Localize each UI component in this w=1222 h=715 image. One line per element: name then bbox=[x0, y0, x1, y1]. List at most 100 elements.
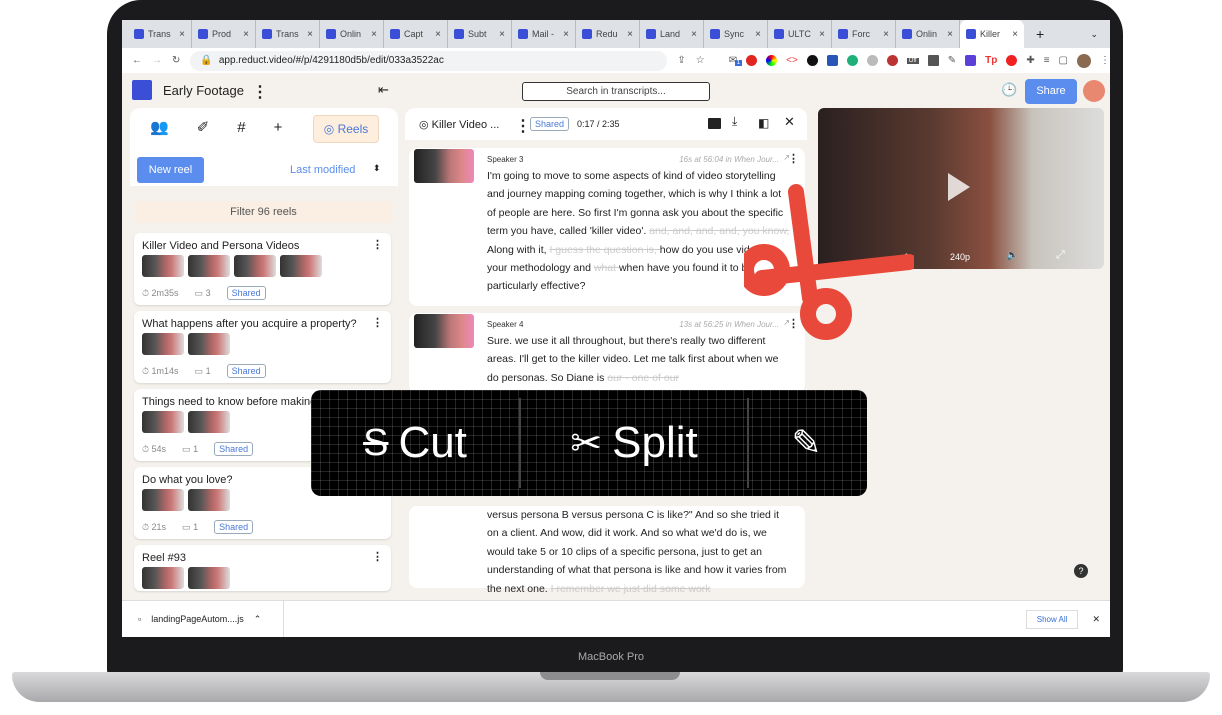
history-clock-icon[interactable]: 🕒 bbox=[1001, 82, 1017, 98]
block-menu-icon[interactable]: ⋮ bbox=[788, 152, 799, 165]
browser-tab[interactable]: Trans × bbox=[256, 20, 320, 48]
fullscreen-icon[interactable]: ⤢ bbox=[1056, 249, 1065, 262]
add-text-icon[interactable] bbox=[708, 118, 721, 129]
add-icon[interactable]: + bbox=[274, 119, 283, 136]
browser-tab[interactable]: Onlin × bbox=[896, 20, 960, 48]
volume-icon[interactable]: 🔈 bbox=[1006, 250, 1018, 261]
play-icon[interactable] bbox=[948, 173, 970, 201]
quality-control[interactable]: 240p bbox=[950, 252, 970, 262]
back-icon[interactable]: ← bbox=[132, 55, 142, 66]
reel-menu-icon[interactable]: ⋮ bbox=[372, 316, 383, 329]
close-tab-icon[interactable]: × bbox=[179, 29, 185, 40]
speakers-icon[interactable]: 👥 bbox=[150, 118, 169, 136]
browser-tab[interactable]: Redu × bbox=[576, 20, 640, 48]
browser-tab[interactable]: ULTC × bbox=[768, 20, 832, 48]
browser-tab[interactable]: Prod × bbox=[192, 20, 256, 48]
edit-pencil-button[interactable]: ✎ bbox=[749, 398, 864, 488]
close-tab-icon[interactable]: × bbox=[883, 29, 889, 40]
close-tab-icon[interactable]: × bbox=[563, 29, 569, 40]
edit-action-toolbar: S Cut ✂ Split ✎ bbox=[311, 390, 867, 496]
help-icon[interactable]: ? bbox=[1074, 564, 1088, 578]
new-reel-button[interactable]: New reel bbox=[137, 157, 204, 183]
reel-card[interactable]: Killer Video and Persona Videos ⋮ ⏱ 2m35s ▭… bbox=[134, 233, 391, 305]
forward-icon[interactable]: → bbox=[152, 55, 162, 66]
show-all-button[interactable]: Show All bbox=[1025, 609, 1079, 629]
tab-reels[interactable]: ◎ Reels bbox=[313, 115, 379, 143]
clip-thumbnail[interactable] bbox=[414, 314, 474, 348]
browser-tab[interactable]: Trans × bbox=[128, 20, 192, 48]
reel-menu-icon[interactable]: ⋮ bbox=[372, 238, 383, 251]
collapse-sidebar-icon[interactable]: ⇤ bbox=[378, 82, 389, 98]
cut-text[interactable]: what bbox=[594, 262, 619, 274]
download-icon[interactable]: ⤓ bbox=[732, 114, 737, 129]
split-button[interactable]: ✂ Split bbox=[521, 398, 749, 488]
close-tab-icon[interactable]: × bbox=[243, 29, 249, 40]
transcript-text[interactable]: Along with it, bbox=[487, 244, 549, 256]
reel-menu-icon[interactable]: ⋮ bbox=[515, 116, 531, 136]
clip-thumbnail bbox=[188, 411, 230, 433]
cut-text[interactable]: I guess the question is, bbox=[549, 244, 659, 256]
close-tab-icon[interactable]: × bbox=[1012, 29, 1018, 40]
reel-icon: ◎ bbox=[323, 122, 335, 136]
browser-tab[interactable]: Mail - × bbox=[512, 20, 576, 48]
reel-title: Reel #93 bbox=[142, 552, 187, 564]
favicon-icon bbox=[838, 29, 848, 39]
close-downloads-icon[interactable]: ✕ bbox=[1092, 614, 1100, 625]
user-avatar[interactable] bbox=[1083, 80, 1105, 102]
browser-tab[interactable]: Forc × bbox=[832, 20, 896, 48]
reel-card[interactable]: What happens after you acquire a propert… bbox=[134, 311, 391, 383]
layout-toggle-icon[interactable]: ◧ bbox=[758, 116, 769, 130]
close-tab-icon[interactable]: × bbox=[371, 29, 377, 40]
browser-tab[interactable]: Killer × bbox=[960, 20, 1024, 48]
transcript-text[interactable]: So Diane is bbox=[548, 372, 608, 384]
shared-badge: Shared bbox=[214, 442, 254, 456]
close-icon[interactable]: ✕ bbox=[784, 114, 795, 130]
favicon-icon bbox=[710, 29, 720, 39]
cut-button[interactable]: S Cut bbox=[311, 398, 521, 488]
share-page-icon[interactable]: ⇪ bbox=[677, 55, 685, 66]
reel-card[interactable]: Reel #93 ⋮ bbox=[134, 545, 391, 591]
close-tab-icon[interactable]: × bbox=[819, 29, 825, 40]
sort-arrows-icon[interactable]: ⬍ bbox=[373, 163, 381, 174]
clip-thumbnail bbox=[280, 255, 322, 277]
shared-badge: Shared bbox=[226, 286, 266, 300]
browser-tab[interactable]: Onlin × bbox=[320, 20, 384, 48]
search-transcripts-input[interactable]: Search in transcripts... bbox=[522, 82, 710, 101]
clip-thumbnail bbox=[142, 255, 184, 277]
reel-icon: ◎ bbox=[419, 119, 432, 131]
sort-dropdown[interactable]: Last modified bbox=[290, 164, 355, 176]
close-tab-icon[interactable]: × bbox=[691, 29, 697, 40]
close-tab-icon[interactable]: × bbox=[499, 29, 505, 40]
browser-tab-bar: Trans × Prod × Trans × Onlin × Capt × Subt × Mail - ×… bbox=[122, 20, 1110, 48]
clip-thumbnail bbox=[142, 489, 184, 511]
clip-thumbnail[interactable] bbox=[414, 149, 474, 183]
close-tab-icon[interactable]: × bbox=[627, 29, 633, 40]
close-tab-icon[interactable]: × bbox=[947, 29, 953, 40]
extension-icons[interactable]: ✉ 1 <> Off ✎ Tp ✚ ≡ ▢ ⋮ bbox=[729, 53, 1110, 68]
cut-text[interactable]: I remember we just did some work bbox=[551, 583, 711, 595]
browser-tab[interactable]: Sync × bbox=[704, 20, 768, 48]
tags-hash-icon[interactable]: # bbox=[237, 119, 245, 136]
close-tab-icon[interactable]: × bbox=[755, 29, 761, 40]
highlight-icon[interactable]: ✐ bbox=[197, 118, 210, 136]
download-item[interactable]: ▫ landingPageAutom....js ⌃ bbox=[122, 601, 284, 637]
share-button[interactable]: Share bbox=[1025, 79, 1077, 104]
favicon-icon bbox=[646, 29, 656, 39]
tab-search-chevron-icon[interactable]: ⌄ bbox=[1090, 29, 1098, 40]
cut-text[interactable]: our - one of our bbox=[607, 372, 679, 384]
close-tab-icon[interactable]: × bbox=[307, 29, 313, 40]
favicon-icon bbox=[390, 29, 400, 39]
browser-tab[interactable]: Capt × bbox=[384, 20, 448, 48]
url-field[interactable]: 🔒 app.reduct.video/#/p/4291180d5b/edit/03… bbox=[190, 50, 668, 71]
filter-reels-input[interactable]: Filter 96 reels bbox=[135, 201, 392, 223]
reel-menu-icon[interactable]: ⋮ bbox=[372, 550, 383, 563]
new-tab-icon[interactable]: + bbox=[1036, 26, 1044, 42]
clip-source[interactable]: 16s at 56:04 in When Jour... bbox=[679, 155, 779, 164]
reload-icon[interactable]: ↻ bbox=[172, 55, 180, 66]
bookmark-star-icon[interactable]: ☆ bbox=[696, 55, 705, 66]
clip-count: ▭ 3 bbox=[194, 287, 211, 298]
browser-tab[interactable]: Subt × bbox=[448, 20, 512, 48]
browser-tab[interactable]: Land × bbox=[640, 20, 704, 48]
close-tab-icon[interactable]: × bbox=[435, 29, 441, 40]
project-menu-icon[interactable]: ⋮ bbox=[252, 82, 268, 102]
